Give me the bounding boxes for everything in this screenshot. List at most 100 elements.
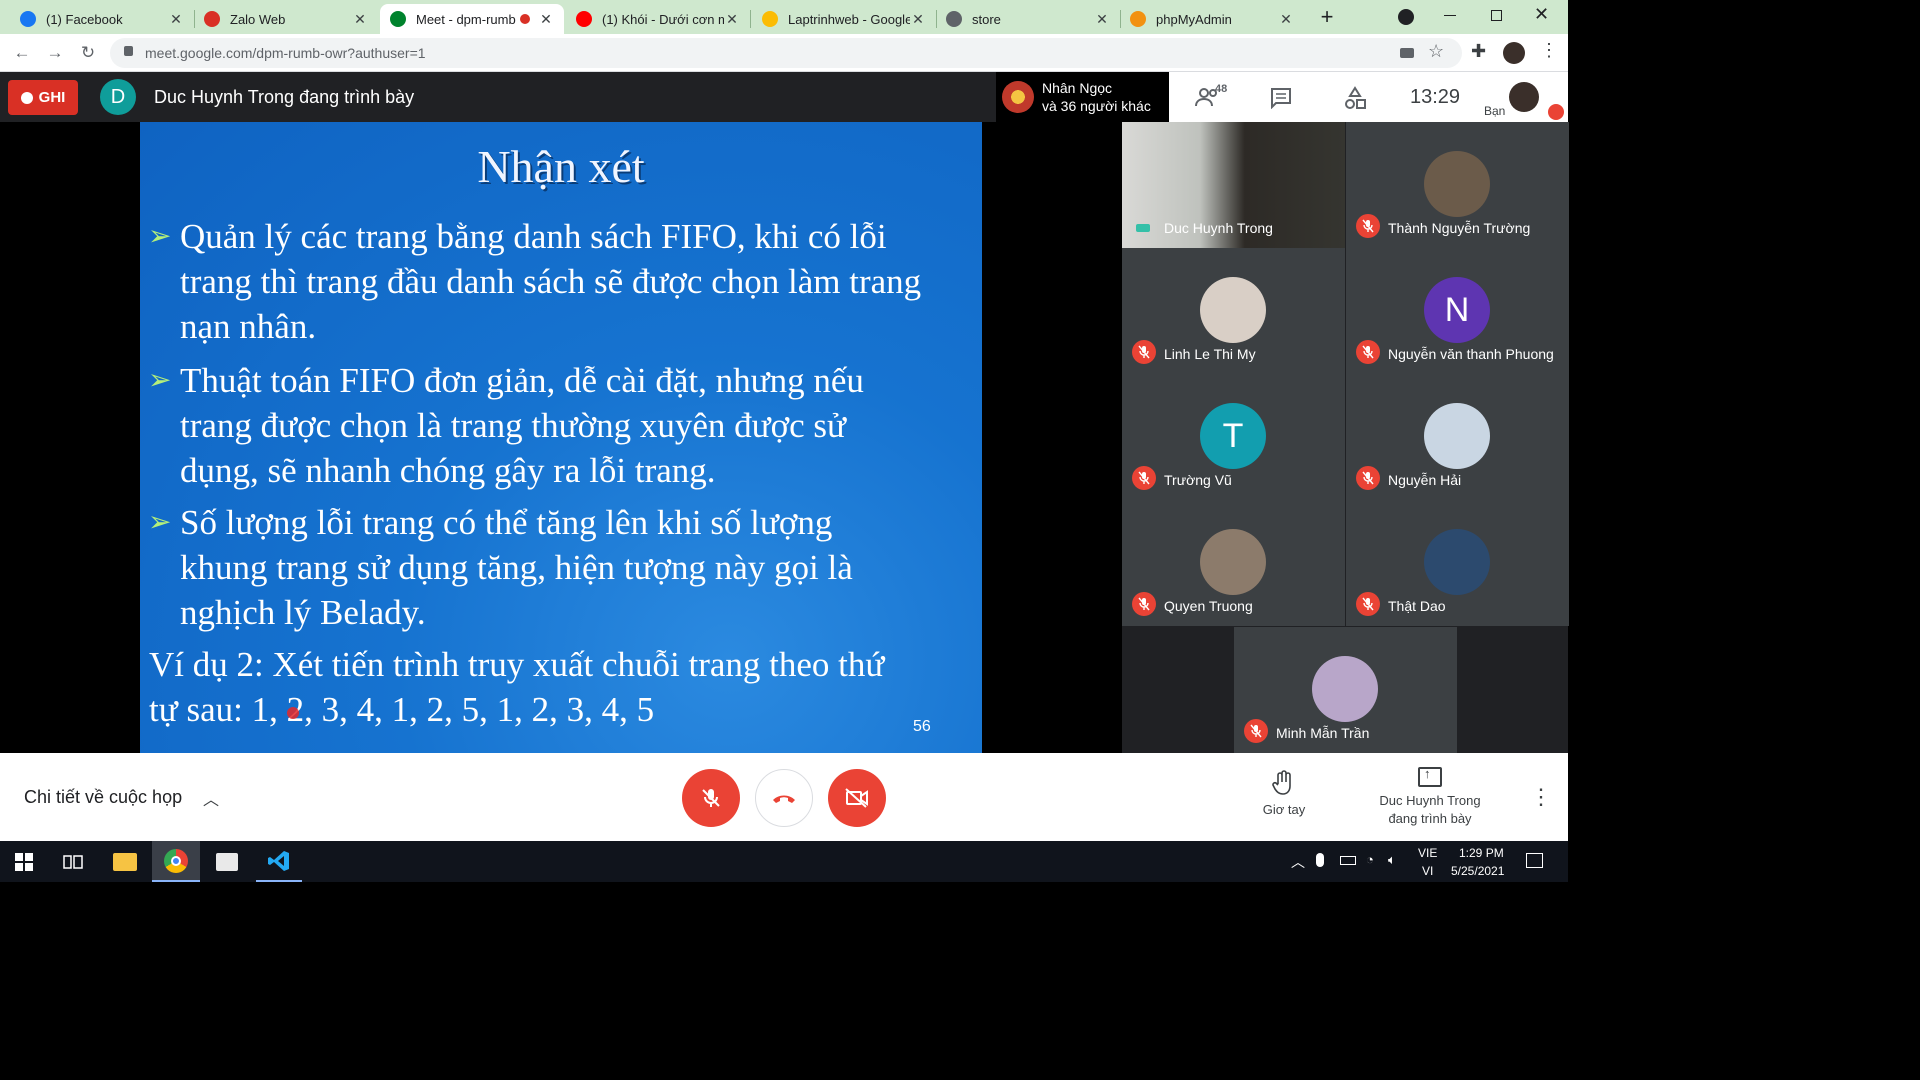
close-tab-icon[interactable]: ✕ xyxy=(910,11,926,28)
participant-name: Nguyễn văn thanh Phuong xyxy=(1388,346,1554,362)
participant-tile[interactable]: T Trường Vũ xyxy=(1122,374,1345,500)
tab-recording-icon xyxy=(520,14,530,24)
browser-menu-icon[interactable]: ⋮ xyxy=(1540,40,1558,61)
self-avatar[interactable] xyxy=(1509,82,1539,112)
task-view-button[interactable] xyxy=(50,841,96,882)
browser-tab[interactable]: Meet - dpm-rumb ✕ xyxy=(380,4,564,34)
recording-badge[interactable]: GHI xyxy=(8,80,78,115)
close-tab-icon[interactable]: ✕ xyxy=(538,11,554,28)
camera-off-icon xyxy=(845,788,868,808)
chrome-taskbar-button[interactable] xyxy=(152,841,200,882)
show-hidden-icons[interactable]: ︿ xyxy=(1291,852,1305,872)
notification-center-icon[interactable] xyxy=(1526,853,1543,868)
self-label: Bạn xyxy=(1484,104,1506,118)
url-text: meet.google.com/dpm-rumb-owr?authuser=1 xyxy=(145,45,426,61)
forward-icon[interactable]: → xyxy=(44,42,66,64)
participant-tile[interactable]: Quyen Truong xyxy=(1122,500,1345,626)
participant-name: Quyen Truong xyxy=(1164,598,1253,614)
taskbar-date[interactable]: 5/25/2021 xyxy=(1451,864,1504,878)
camera-in-use-icon[interactable] xyxy=(1400,48,1414,58)
presenting-label-line-2: đang trình bày xyxy=(1388,811,1472,826)
bookmark-star-icon[interactable]: ☆ xyxy=(1428,41,1444,62)
volume-icon[interactable]: 🔈︎ xyxy=(1388,852,1396,868)
browser-tab[interactable]: (1) Facebook ✕ xyxy=(10,4,194,34)
slide-bullet-line: dụng, sẽ nhanh chóng gây ra lỗi trang. xyxy=(180,451,716,490)
participant-tile[interactable]: Nguyễn Hải xyxy=(1346,374,1569,500)
close-tab-icon[interactable]: ✕ xyxy=(724,11,740,28)
more-options-icon[interactable]: ⋮ xyxy=(1530,784,1552,810)
slide-bullet-line: trang thì trang đầu danh sách sẽ được ch… xyxy=(180,262,922,301)
participant-name: Thật Dao xyxy=(1388,598,1446,614)
close-window-button[interactable]: ✕ xyxy=(1534,4,1549,25)
meeting-clock: 13:29 xyxy=(1410,86,1461,108)
participant-initial-avatar: T xyxy=(1200,403,1266,469)
slide-bullet: ➢ Quản lý các trang bằng danh sách FIFO, … xyxy=(148,214,980,349)
participant-photo-avatar xyxy=(1200,529,1266,595)
browser-tab[interactable]: Zalo Web ✕ xyxy=(194,4,378,34)
chat-button[interactable] xyxy=(1270,87,1292,114)
microphone-tray-icon[interactable] xyxy=(1316,853,1324,867)
participant-tile[interactable]: N Nguyễn văn thanh Phuong xyxy=(1346,248,1569,374)
participant-tile[interactable]: Linh Le Thi My xyxy=(1122,248,1345,374)
browser-tab[interactable]: (1) Khói - Dưới cơn m ✕ xyxy=(566,4,750,34)
mic-off-icon xyxy=(1132,340,1156,364)
vscode-icon xyxy=(268,850,289,871)
maximize-button[interactable] xyxy=(1491,10,1502,21)
taskbar-time[interactable]: 1:29 PM xyxy=(1459,846,1504,860)
language-code[interactable]: VIE xyxy=(1418,846,1437,860)
new-tab-button[interactable]: + xyxy=(1316,6,1338,28)
extensions-icon[interactable]: ✚ xyxy=(1471,41,1486,62)
close-tab-icon[interactable]: ✕ xyxy=(352,11,368,28)
minimize-button[interactable] xyxy=(1444,15,1456,16)
present-arrow-icon: ↑ xyxy=(1424,766,1431,781)
vscode-taskbar-button[interactable] xyxy=(256,841,302,882)
wifi-icon[interactable]: ◔ xyxy=(1366,852,1374,867)
participant-tile[interactable]: Duc Huynh Trong xyxy=(1122,122,1345,248)
participant-tile[interactable]: Thật Dao xyxy=(1346,500,1569,626)
people-button[interactable]: 48 xyxy=(1195,83,1235,112)
close-tab-icon[interactable]: ✕ xyxy=(168,11,184,28)
bullet-arrow-icon: ➢ xyxy=(148,221,172,252)
mic-off-icon xyxy=(1356,340,1380,364)
notification-avatar xyxy=(1002,81,1034,113)
participant-photo-avatar xyxy=(1424,403,1490,469)
back-icon[interactable]: ← xyxy=(11,42,33,64)
presenting-button[interactable]: ↑ xyxy=(1418,766,1442,787)
address-bar[interactable]: meet.google.com/dpm-rumb-owr?authuser=1 … xyxy=(110,38,1462,68)
browser-tab[interactable]: phpMyAdmin ✕ xyxy=(1120,4,1304,34)
meeting-details-button[interactable]: Chi tiết về cuộc họp xyxy=(24,787,182,808)
participant-name: Minh Mẫn Trần xyxy=(1276,725,1370,741)
participant-initial-avatar: N xyxy=(1424,277,1490,343)
leave-call-button[interactable] xyxy=(755,769,813,827)
browser-tab[interactable]: store ✕ xyxy=(936,4,1120,34)
reload-icon[interactable]: ↻ xyxy=(77,42,99,64)
tab-search-icon[interactable] xyxy=(1398,9,1414,25)
snipping-tool-button[interactable] xyxy=(204,841,250,882)
slide-bullet: ➢ Thuật toán FIFO đơn giản, dễ cài đặt, n… xyxy=(148,358,980,493)
mic-off-icon xyxy=(702,789,720,807)
zalo-icon xyxy=(204,11,220,27)
slide-bullet-line: Quản lý các trang bằng danh sách FIFO, k… xyxy=(180,217,887,256)
speaking-indicator-icon xyxy=(1136,224,1150,232)
youtube-icon xyxy=(576,11,592,27)
presenting-label-line-1: Duc Huynh Trong xyxy=(1379,793,1481,808)
profile-avatar[interactable] xyxy=(1503,42,1525,64)
activities-button[interactable] xyxy=(1344,86,1366,115)
notification-line-2: và 36 người khác xyxy=(1042,98,1151,114)
battery-icon[interactable] xyxy=(1340,856,1356,865)
microphone-toggle-button[interactable] xyxy=(682,769,740,827)
record-label: GHI xyxy=(38,89,66,106)
file-explorer-button[interactable] xyxy=(102,841,148,882)
browser-tab[interactable]: Laptrinhweb - Google ✕ xyxy=(752,4,936,34)
participant-tile[interactable]: Thành Nguyễn Trường xyxy=(1346,122,1569,248)
camera-toggle-button[interactable] xyxy=(828,769,886,827)
tab-title: (1) Khói - Dưới cơn m xyxy=(602,11,724,27)
participant-name: Nguyễn Hải xyxy=(1388,472,1462,488)
chevron-up-icon[interactable]: ︿ xyxy=(203,786,219,810)
participant-tile[interactable]: Minh Mẫn Trần xyxy=(1234,627,1457,753)
slide-bullet-line: Thuật toán FIFO đơn giản, dễ cài đặt, nh… xyxy=(180,361,864,400)
keyboard-layout[interactable]: VI xyxy=(1422,864,1433,878)
close-tab-icon[interactable]: ✕ xyxy=(1278,11,1294,28)
close-tab-icon[interactable]: ✕ xyxy=(1094,11,1110,28)
windows-start-button[interactable] xyxy=(0,841,48,882)
